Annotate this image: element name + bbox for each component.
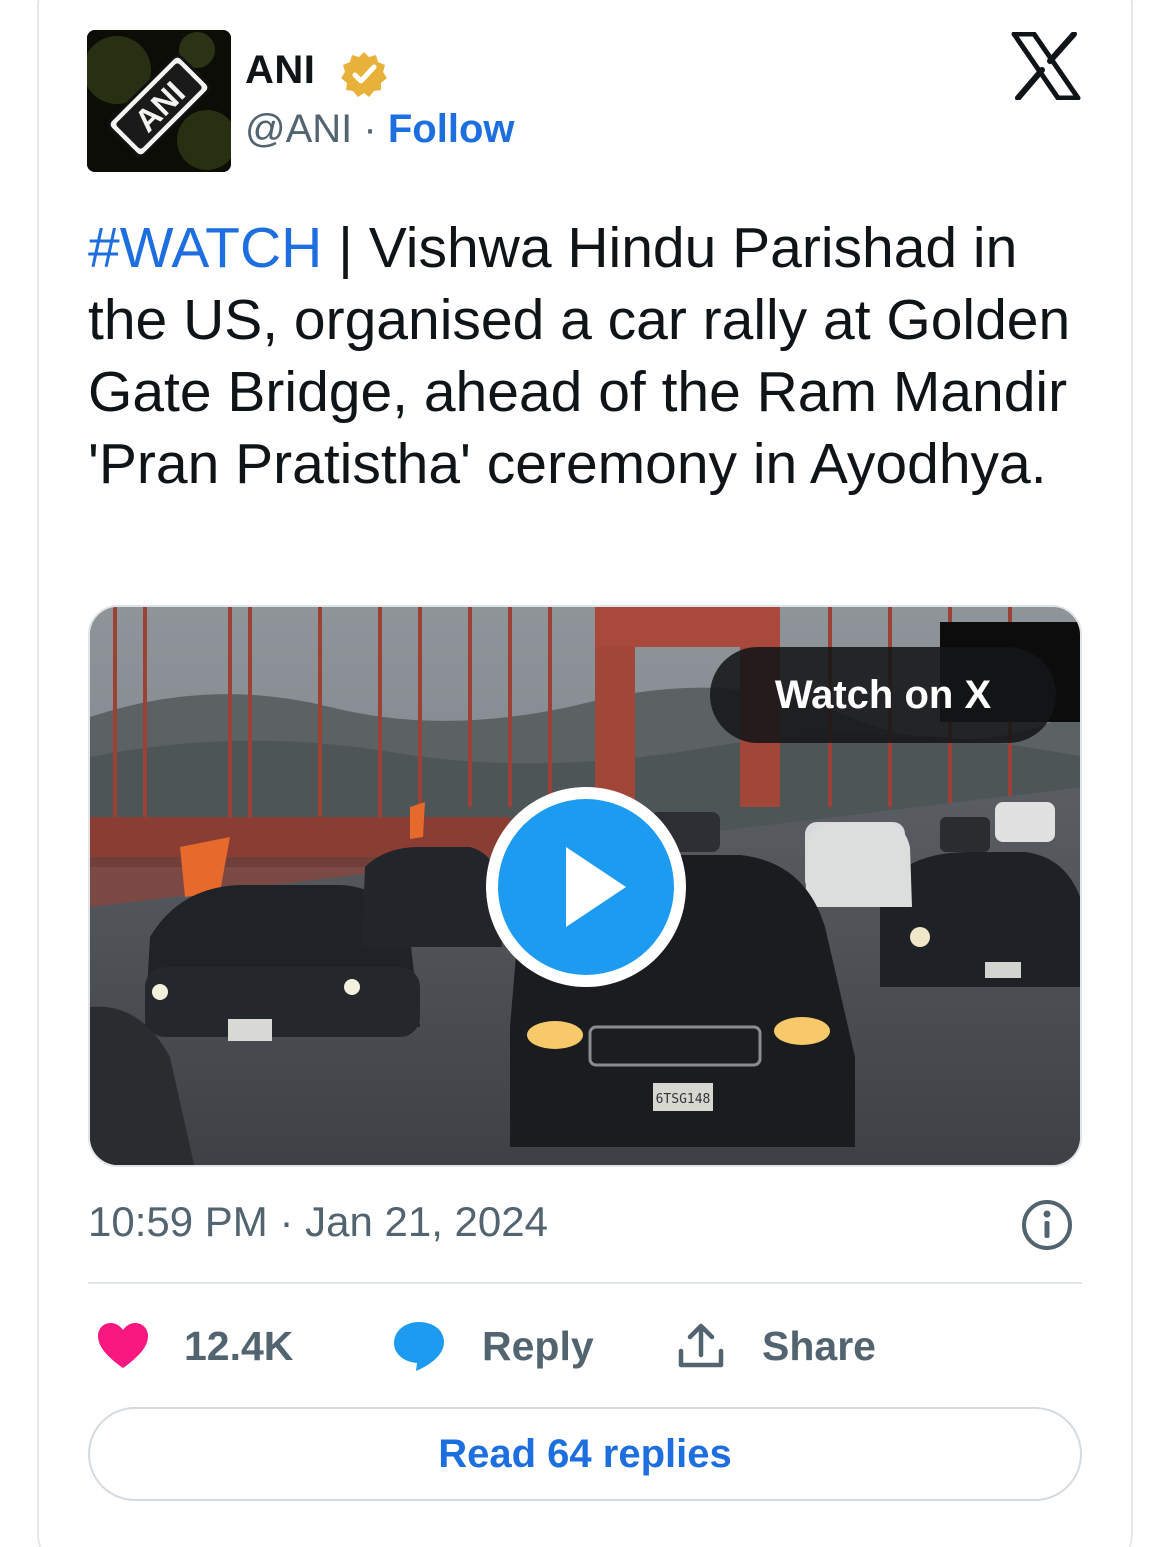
info-icon[interactable] xyxy=(1020,1198,1074,1252)
follow-button[interactable]: Follow xyxy=(388,107,515,151)
share-button[interactable]: Share xyxy=(676,1318,876,1374)
share-upload-icon xyxy=(678,1323,724,1368)
watch-on-x-button[interactable]: Watch on X xyxy=(710,647,1056,743)
author-name[interactable]: ANI xyxy=(245,48,315,93)
divider xyxy=(88,1282,1082,1284)
play-icon xyxy=(498,799,674,975)
author-handle-row: @ANI · Follow xyxy=(245,107,514,152)
reply-label: Reply xyxy=(482,1322,594,1369)
reply-button[interactable]: Reply xyxy=(392,1318,594,1374)
handle-separator: · xyxy=(352,107,388,151)
author-handle[interactable]: @ANI xyxy=(245,107,352,151)
hashtag-link[interactable]: #WATCH xyxy=(88,216,322,280)
license-plate-text: 6TSG148 xyxy=(656,1092,711,1107)
reply-bubble-icon xyxy=(394,1322,444,1371)
read-replies-button[interactable]: Read 64 replies xyxy=(88,1407,1082,1501)
heart-icon xyxy=(98,1323,148,1368)
tweet-text: #WATCH | Vishwa Hindu Parishad in the US… xyxy=(88,212,1098,500)
tweet-timestamp[interactable]: 10:59 PM · Jan 21, 2024 xyxy=(88,1198,548,1246)
like-button[interactable]: 12.4K xyxy=(96,1318,293,1374)
video-thumbnail[interactable]: 6TSG148 Watch on X xyxy=(88,605,1082,1167)
share-label: Share xyxy=(762,1322,876,1369)
likes-count: 12.4K xyxy=(184,1322,294,1369)
x-logo-icon[interactable] xyxy=(1010,32,1082,100)
play-button[interactable] xyxy=(486,787,686,987)
verified-badge-icon xyxy=(341,52,387,97)
author-avatar[interactable]: ANI xyxy=(87,30,231,172)
